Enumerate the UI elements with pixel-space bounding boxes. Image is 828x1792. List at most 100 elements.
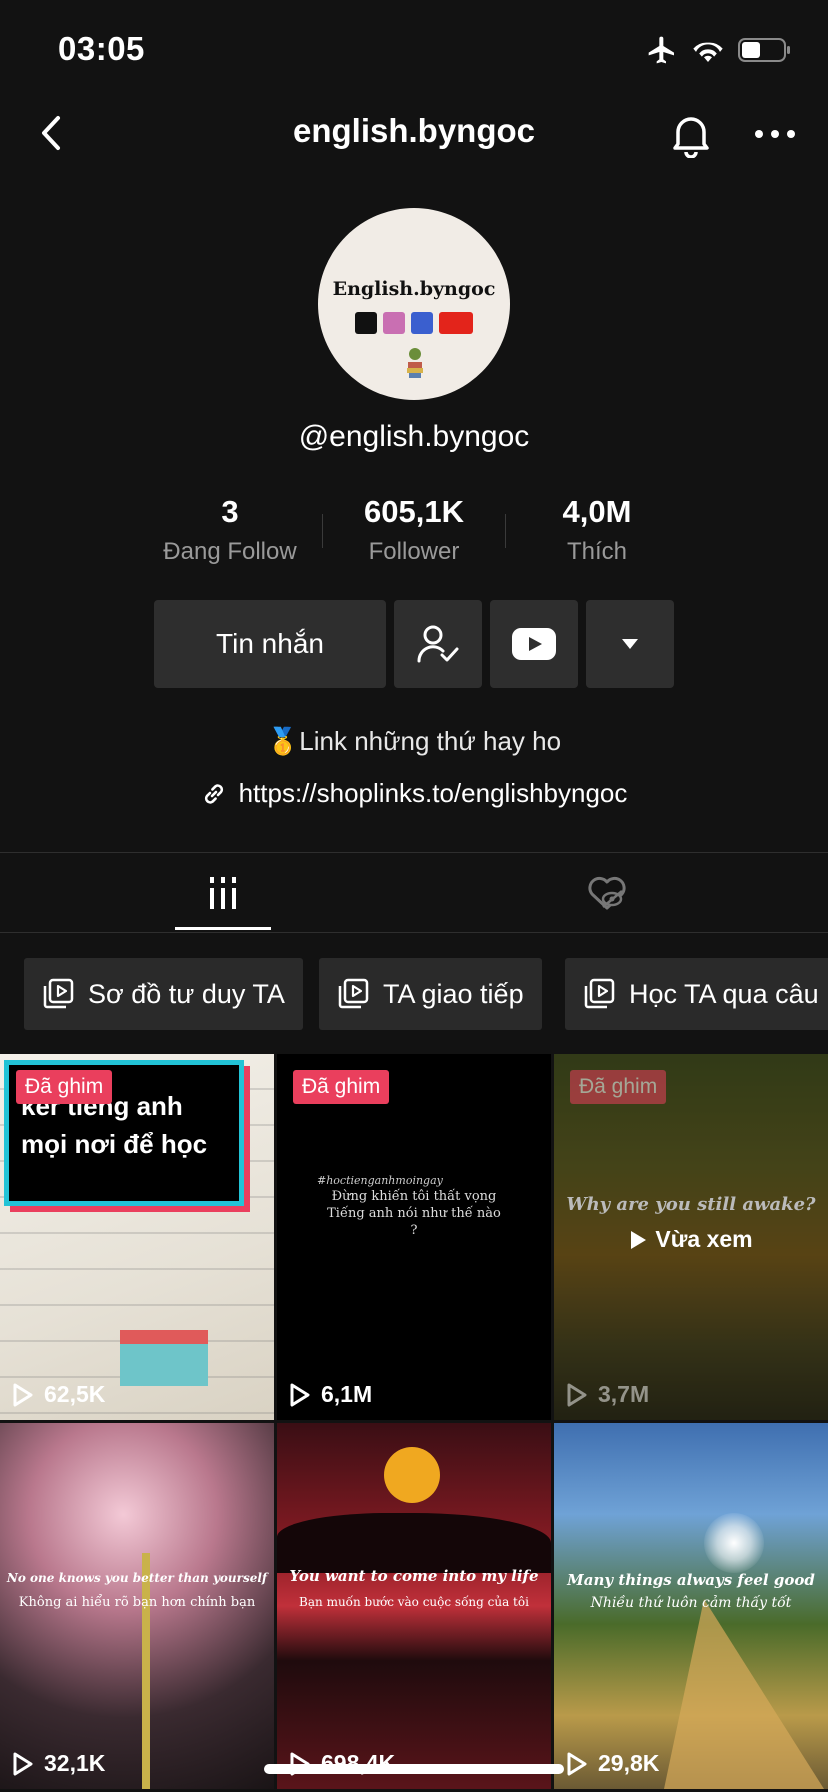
play-outline-icon: [13, 1752, 33, 1775]
tab-videos[interactable]: [16, 853, 430, 933]
video-thumbnail[interactable]: You want to come into my life Bạn muốn b…: [277, 1423, 551, 1789]
video-caption: Why are you still awake?: [566, 1194, 816, 1215]
video-thumbnail[interactable]: ker tiếng anh mọi nơi để học Đã ghim 62,…: [0, 1054, 274, 1420]
view-count: 3,7M: [566, 1381, 649, 1408]
playlist-chip[interactable]: Học TA qua câu: [565, 958, 828, 1030]
video-caption-hashtag: #hoctienganhmoingay: [317, 1174, 443, 1187]
tab-active-indicator: [175, 927, 271, 930]
playlist-icon: [584, 978, 615, 1009]
pinned-badge: Đã ghim: [293, 1070, 390, 1104]
stat-label: Đang Follow: [163, 538, 297, 565]
play-outline-icon: [290, 1383, 310, 1406]
pinned-badge: Đã ghim: [16, 1070, 113, 1104]
profile-handle: @english.byngoc: [298, 420, 530, 453]
avatar[interactable]: English.byngoc: [318, 208, 510, 400]
view-count-text: 29,8K: [598, 1750, 660, 1776]
video-caption: No one knows you better than yourself: [6, 1571, 268, 1585]
profile-link[interactable]: https://shoplinks.to/englishbyngoc: [0, 778, 828, 809]
playlist-icon: [43, 978, 74, 1009]
playlist-chips: Sơ đồ tư duy TA TA giao tiếp Học TA qua …: [0, 958, 828, 1030]
playlist-chip[interactable]: TA giao tiếp: [319, 958, 542, 1030]
user-check-icon: [417, 625, 459, 663]
play-filled-icon: [631, 1230, 647, 1249]
stat-label: Thích: [566, 538, 628, 565]
link-icon: [204, 783, 223, 804]
profile-link-text: https://shoplinks.to/englishbyngoc: [238, 778, 628, 808]
view-count-text: 32,1K: [44, 1750, 106, 1776]
playlist-chip-label: TA giao tiếp: [383, 978, 524, 1009]
content-tabs: [0, 853, 828, 933]
tiktok-logo-icon: [355, 312, 377, 334]
bell-icon[interactable]: [668, 108, 714, 158]
play-outline-icon: [13, 1383, 33, 1406]
video-thumbnail[interactable]: Đã ghim #hoctienganhmoingay Đừng khiến t…: [277, 1054, 551, 1420]
playlist-icon: [338, 978, 369, 1009]
following-button[interactable]: [394, 600, 482, 688]
airplane-icon: [648, 36, 674, 64]
divider: [0, 932, 828, 933]
play-outline-icon: [567, 1383, 587, 1406]
stat-label: Follower: [368, 538, 460, 565]
play-outline-icon: [567, 1752, 587, 1775]
road-shape: [664, 1599, 824, 1789]
stat-likes[interactable]: 4,0M Thích: [502, 494, 692, 566]
status-time: 03:05: [58, 30, 145, 67]
video-thumbnail[interactable]: No one knows you better than yourself Kh…: [0, 1423, 274, 1789]
battery-icon: [738, 38, 790, 62]
top-nav: english.byngoc: [0, 100, 828, 166]
profile-bio: 🥇Link những thứ hay ho: [266, 726, 562, 756]
playlist-chip[interactable]: Sơ đồ tư duy TA: [24, 958, 303, 1030]
more-dropdown-button[interactable]: [586, 600, 674, 688]
home-indicator[interactable]: [264, 1764, 564, 1774]
status-bar: 03:05: [0, 0, 828, 100]
video-caption: Many things always feel good: [567, 1571, 815, 1589]
message-button[interactable]: Tin nhắn: [154, 600, 386, 688]
view-count: 62,5K: [12, 1381, 105, 1408]
stat-followers[interactable]: 605,1K Follower: [319, 494, 509, 566]
view-count-text: 3,7M: [598, 1381, 650, 1407]
illustration-house: [120, 1330, 208, 1386]
youtube-button[interactable]: [490, 600, 578, 688]
instagram-logo-icon: [383, 312, 405, 334]
wifi-icon: [693, 42, 723, 62]
recently-watched-label: Vừa xem: [554, 1226, 828, 1253]
view-count: 29,8K: [566, 1750, 659, 1777]
status-icons: [646, 34, 792, 66]
view-count: 32,1K: [12, 1750, 105, 1777]
tab-liked-hidden[interactable]: [400, 853, 814, 933]
stat-value: 3: [221, 494, 239, 529]
youtube-logo-icon: [439, 312, 473, 334]
grid-icon: [210, 877, 236, 909]
profile-actions: Tin nhắn: [0, 600, 828, 688]
profile-stats: 3 Đang Follow 605,1K Follower 4,0M Thích: [0, 494, 828, 566]
cartoon-deco-icon: [407, 348, 423, 378]
recently-watched-text: Vừa xem: [655, 1226, 753, 1252]
view-count-text: 62,5K: [44, 1381, 106, 1407]
video-caption: You want to come into my life: [289, 1567, 539, 1585]
video-thumbnail[interactable]: Đã ghim Why are you still awake? Vừa xem…: [554, 1054, 828, 1420]
heart-hidden-icon: [588, 876, 626, 910]
video-grid: ker tiếng anh mọi nơi để học Đã ghim 62,…: [0, 1054, 828, 1792]
youtube-icon: [512, 628, 556, 660]
pinned-badge: Đã ghim: [570, 1070, 667, 1104]
facebook-logo-icon: [411, 312, 433, 334]
playlist-chip-label: Học TA qua câu: [629, 978, 819, 1009]
avatar-social-logos: [318, 312, 510, 334]
sun-glare: [704, 1513, 764, 1573]
stat-value: 605,1K: [364, 494, 464, 529]
video-thumbnail[interactable]: Many things always feel good Nhiều thứ l…: [554, 1423, 828, 1789]
avatar-logo-text: English.byngoc: [332, 278, 496, 300]
stat-value: 4,0M: [562, 494, 632, 529]
view-count: 6,1M: [289, 1381, 372, 1408]
video-caption: Đừng khiến tôi thất vọng Tiếng anh nói n…: [327, 1189, 501, 1238]
view-count-text: 6,1M: [321, 1381, 373, 1407]
tree-silhouette: [277, 1513, 551, 1573]
dandelion-stem: [142, 1553, 150, 1789]
sun-shape: [384, 1447, 440, 1503]
video-caption-translation: Nhiều thứ luôn cảm thấy tốt: [590, 1595, 792, 1611]
caret-down-icon: [622, 639, 638, 649]
stat-following[interactable]: 3 Đang Follow: [135, 494, 325, 566]
video-caption-translation: Không ai hiểu rõ bạn hơn chính bạn: [18, 1595, 256, 1610]
video-caption-translation: Bạn muốn bước vào cuộc sống của tôi: [299, 1595, 529, 1609]
more-options-icon[interactable]: [752, 114, 798, 154]
